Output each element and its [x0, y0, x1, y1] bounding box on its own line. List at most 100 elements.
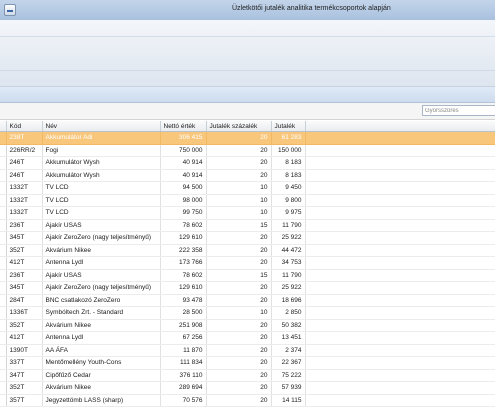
cell-netto[interactable]: 40 914 [160, 156, 207, 170]
table-row[interactable]: 357T Jegyzettömb LASS (sharp) 70 576 20 14 1… [0, 394, 495, 407]
cell-szazalek[interactable]: 15 [206, 219, 272, 232]
table-row[interactable]: 412T Antenna Lydl 173 766 20 34 753 [0, 256, 495, 270]
cell-jutalek[interactable]: 2 850 [271, 306, 306, 320]
cell-netto[interactable]: 129 610 [160, 281, 207, 295]
cell-jutalek[interactable]: 150 000 [271, 144, 306, 157]
cell-netto[interactable]: 78 602 [160, 269, 207, 282]
table-row[interactable]: 238T Akkumulátor Adi 306 415 20 61 283 [0, 131, 495, 145]
cell-jutalek[interactable]: 8 183 [271, 169, 306, 182]
cell-nev[interactable]: Akvárium Nikee [42, 319, 161, 332]
cell-jutalek[interactable]: 13 451 [271, 331, 306, 345]
table-row[interactable]: 236T Ajakír USAS 78 602 15 11 790 [0, 219, 495, 232]
cell-jutalek[interactable]: 9 450 [271, 181, 306, 195]
cell-szazalek[interactable]: 20 [206, 344, 272, 357]
cell-netto[interactable]: 40 914 [160, 169, 207, 182]
cell-netto[interactable]: 129 610 [160, 231, 207, 245]
cell-netto[interactable]: 111 834 [160, 356, 207, 370]
cell-nev[interactable]: Ajakír USAS [42, 219, 161, 232]
cell-jutalek[interactable]: 25 922 [271, 281, 306, 295]
cell-kod[interactable]: 236T [6, 269, 43, 282]
cell-kod[interactable]: 238T [6, 131, 43, 145]
cell-nev[interactable]: TV LCD [42, 206, 161, 220]
column-header-kod[interactable]: Kód [6, 121, 43, 132]
quick-filter-input[interactable] [422, 105, 495, 116]
cell-szazalek[interactable]: 20 [206, 369, 272, 382]
cell-kod[interactable]: 412T [6, 256, 43, 270]
cell-jutalek[interactable]: 8 183 [271, 156, 306, 170]
table-row[interactable]: 1332T TV LCD 98 000 10 9 800 [0, 194, 495, 207]
cell-jutalek[interactable]: 61 283 [271, 131, 306, 145]
cell-nev[interactable]: Symbóltech Zrt. - Standard [42, 306, 161, 320]
cell-kod[interactable]: 337T [6, 356, 43, 370]
cell-netto[interactable]: 750 000 [160, 144, 207, 157]
cell-nev[interactable]: Antenna Lydl [42, 331, 161, 345]
cell-kod[interactable]: 246T [6, 169, 43, 182]
cell-jutalek[interactable]: 11 790 [271, 219, 306, 232]
cell-netto[interactable]: 222 358 [160, 244, 207, 257]
cell-netto[interactable]: 11 870 [160, 344, 207, 357]
cell-kod[interactable]: 352T [6, 319, 43, 332]
cell-jutalek[interactable]: 14 115 [271, 394, 306, 407]
cell-jutalek[interactable]: 25 922 [271, 231, 306, 245]
table-row[interactable]: 1390T AA ÁFA 11 870 20 2 374 [0, 344, 495, 357]
table-row[interactable]: 236T Ajakír USAS 78 602 15 11 790 [0, 269, 495, 282]
cell-nev[interactable]: BNC csatlakozó ZeroZero [42, 294, 161, 307]
cell-jutalek[interactable]: 9 975 [271, 206, 306, 220]
cell-jutalek[interactable]: 50 382 [271, 319, 306, 332]
table-row[interactable]: 345T Ajakír ZeroZero (nagy teljesítményű)… [0, 231, 495, 245]
cell-szazalek[interactable]: 20 [206, 381, 272, 395]
table-row[interactable]: 226RR/2 Fogi 750 000 20 150 000 [0, 144, 495, 157]
cell-kod[interactable]: 1336T [6, 306, 43, 320]
cell-jutalek[interactable]: 75 222 [271, 369, 306, 382]
cell-szazalek[interactable]: 20 [206, 256, 272, 270]
cell-kod[interactable]: 1332T [6, 194, 43, 207]
cell-nev[interactable]: Ajakír ZeroZero (nagy teljesítményű) [42, 281, 161, 295]
cell-szazalek[interactable]: 10 [206, 206, 272, 220]
cell-kod[interactable]: 284T [6, 294, 43, 307]
cell-netto[interactable]: 251 908 [160, 319, 207, 332]
cell-szazalek[interactable]: 20 [206, 294, 272, 307]
table-row[interactable]: 412T Antenna Lydl 67 256 20 13 451 [0, 331, 495, 345]
cell-nev[interactable]: Ajakír USAS [42, 269, 161, 282]
table-row[interactable]: 246T Akkumulátor Wysh 40 914 20 8 183 [0, 169, 495, 182]
cell-netto[interactable]: 376 110 [160, 369, 207, 382]
cell-szazalek[interactable]: 15 [206, 269, 272, 282]
cell-nev[interactable]: Akkumulátor Wysh [42, 156, 161, 170]
table-row[interactable]: 347T Cipőfűző Cedar 376 110 20 75 222 [0, 369, 495, 382]
table-row[interactable]: 1332T TV LCD 94 500 10 9 450 [0, 181, 495, 195]
cell-nev[interactable]: Antenna Lydl [42, 256, 161, 270]
cell-kod[interactable]: 246T [6, 156, 43, 170]
cell-nev[interactable]: Akkumulátor Adi [42, 131, 161, 145]
table-row[interactable]: 246T Akkumulátor Wysh 40 914 20 8 183 [0, 156, 495, 170]
cell-szazalek[interactable]: 20 [206, 169, 272, 182]
cell-kod[interactable]: 345T [6, 231, 43, 245]
cell-kod[interactable]: 236T [6, 219, 43, 232]
cell-kod[interactable]: 352T [6, 381, 43, 395]
cell-jutalek[interactable]: 57 939 [271, 381, 306, 395]
table-row[interactable]: 337T Mentőmellény Youth-Cons 111 834 20 22 3… [0, 356, 495, 370]
cell-szazalek[interactable]: 20 [206, 156, 272, 170]
cell-szazalek[interactable]: 20 [206, 356, 272, 370]
cell-kod[interactable]: 1390T [6, 344, 43, 357]
cell-netto[interactable]: 173 766 [160, 256, 207, 270]
cell-jutalek[interactable]: 11 790 [271, 269, 306, 282]
table-row[interactable]: 352T Akvárium Nikee 222 358 20 44 472 [0, 244, 495, 257]
cell-jutalek[interactable]: 9 800 [271, 194, 306, 207]
cell-nev[interactable]: Jegyzettömb LASS (sharp) [42, 394, 161, 407]
cell-nev[interactable]: Fogi [42, 144, 161, 157]
cell-szazalek[interactable]: 20 [206, 131, 272, 145]
cell-nev[interactable]: AA ÁFA [42, 344, 161, 357]
cell-kod[interactable]: 352T [6, 244, 43, 257]
cell-szazalek[interactable]: 20 [206, 231, 272, 245]
cell-szazalek[interactable]: 10 [206, 306, 272, 320]
table-row[interactable]: 352T Akvárium Nikee 251 908 20 50 382 [0, 319, 495, 332]
cell-szazalek[interactable]: 20 [206, 281, 272, 295]
cell-jutalek[interactable]: 34 753 [271, 256, 306, 270]
cell-szazalek[interactable]: 10 [206, 181, 272, 195]
cell-nev[interactable]: Cipőfűző Cedar [42, 369, 161, 382]
cell-kod[interactable]: 357T [6, 394, 43, 407]
cell-netto[interactable]: 70 576 [160, 394, 207, 407]
table-row[interactable]: 284T BNC csatlakozó ZeroZero 93 478 20 18 69… [0, 294, 495, 307]
cell-nev[interactable]: Akvárium Nikee [42, 244, 161, 257]
cell-jutalek[interactable]: 44 472 [271, 244, 306, 257]
